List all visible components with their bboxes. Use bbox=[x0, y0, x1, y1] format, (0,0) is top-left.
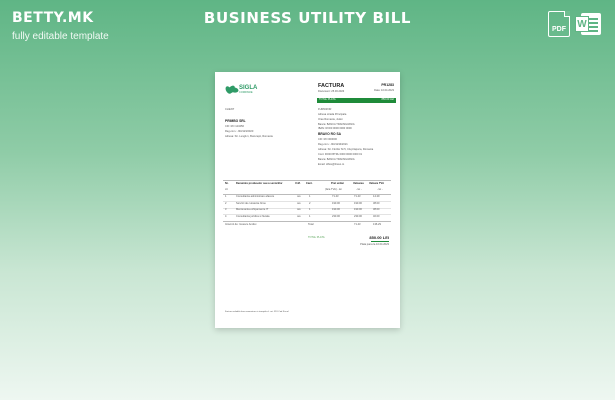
row-cell-desc: Consultanta administrare afacere bbox=[236, 195, 275, 198]
supplier-detail: Cont: RO00 BTRL 0000 0000 0000 01 bbox=[318, 153, 363, 156]
pdf-label: PDF bbox=[552, 26, 566, 33]
row-cell-value: 71.43 bbox=[354, 195, 361, 198]
supplier-heading: FURNIZOR bbox=[318, 108, 332, 111]
supplier-detail: Adresa: Str. Florilor Nr.5, Cluj-Napoca,… bbox=[318, 148, 374, 151]
row-cell-um: ore bbox=[297, 201, 301, 205]
col-subheader: - lei - bbox=[356, 188, 362, 191]
row-cell-qty: 2 bbox=[309, 201, 311, 205]
total-bar: TOTAL PLATA 850.00 LEI bbox=[317, 98, 396, 103]
row-cell-qty: 1 bbox=[309, 195, 311, 198]
total-bar-value: 850.00 LEI bbox=[381, 98, 394, 101]
row-cell-vat: 14.29 bbox=[373, 195, 380, 198]
row-cell-vat: 38.00 bbox=[373, 208, 380, 211]
col-header: Cant. bbox=[306, 182, 313, 185]
row-cell-value: 230.00 bbox=[354, 214, 362, 218]
pay-label: TOTAL PLATA bbox=[308, 236, 325, 239]
supplier-line: Oras Romania, Judet bbox=[318, 118, 343, 121]
row-cell-price: 71.43 bbox=[332, 195, 339, 198]
word-label: W bbox=[575, 16, 589, 32]
row-cell-vat: 38.00 bbox=[373, 201, 380, 205]
invoice-preview: SIGLA COMPANIE FACTURA PR1283 Document: … bbox=[215, 72, 400, 328]
supplier-detail: Reg.com.: J40/1234/2021 bbox=[318, 143, 348, 146]
total-bar-label: TOTAL PLATA bbox=[319, 98, 336, 101]
file-format-icons: PDF W bbox=[548, 11, 601, 37]
row-cell-price: 190.00 bbox=[332, 208, 340, 211]
col-header: Nr. bbox=[225, 182, 229, 185]
col-header: Denumire produselor sau a serviciilor bbox=[236, 182, 283, 185]
tagline: fully editable template bbox=[12, 31, 109, 42]
row-cell-nr: 4 bbox=[225, 214, 227, 218]
client-line: Reg.com.: J40/123/2020 bbox=[225, 130, 254, 133]
supplier-detail: Banca: BANCA TRANSILVANIA bbox=[318, 158, 355, 161]
col-subheader: (fara TVA) - lei bbox=[325, 188, 342, 191]
supplier-detail: CIF: RO 000000 bbox=[318, 138, 337, 141]
row-cell-desc: Mentenanta echipamente IT bbox=[236, 208, 269, 211]
row-cell-qty: 1 bbox=[309, 208, 311, 211]
word-file-icon[interactable]: W bbox=[575, 11, 601, 37]
col-header: Pret unitar bbox=[331, 182, 344, 185]
row-cell-nr: 2 bbox=[225, 201, 227, 205]
row-cell-value: 190.00 bbox=[354, 208, 362, 211]
total-vat: 136.29 bbox=[373, 223, 381, 226]
row-cell-desc: Consultanta juridica si fiscala bbox=[236, 214, 270, 218]
col-header: U.M. bbox=[295, 182, 301, 185]
supplier-line: IBAN: RO00 0000 0000 0000 bbox=[318, 127, 352, 130]
invoice-due: Data: 10.04.2023 bbox=[374, 89, 394, 92]
delegate: Intocmit de: Ionescu Andrei bbox=[225, 223, 257, 226]
pay-until: Plata pana la 10.04.2023 bbox=[360, 243, 389, 246]
row-cell-price: 190.00 bbox=[332, 201, 340, 205]
row-cell-nr: 3 bbox=[225, 208, 227, 211]
col-header: Valoarea bbox=[353, 182, 364, 185]
row-cell-um: ore bbox=[297, 195, 301, 198]
row-cell-price: 230.00 bbox=[332, 214, 340, 218]
invoice-title: FACTURA bbox=[318, 83, 345, 89]
row-cell-qty: 1 bbox=[309, 214, 311, 218]
grand-total: 850.00 LEI bbox=[369, 235, 389, 240]
client-heading: CLIENT bbox=[225, 108, 235, 111]
supplier-name: BRAVO RO SA bbox=[318, 132, 342, 136]
page-title: BUSINESS UTILITY BILL bbox=[203, 9, 412, 27]
invoice-date: Document: 25.03.2023 bbox=[318, 90, 345, 93]
logo-subtitle: COMPANIE bbox=[239, 91, 253, 94]
client-line: CIF: RO 123456 bbox=[225, 125, 244, 128]
row-cell-nr: 1 bbox=[225, 195, 227, 198]
total-value: 71.43 bbox=[354, 223, 361, 226]
row-cell-desc: Servicii de curatenie birou bbox=[236, 201, 266, 205]
row-cell-um: ore bbox=[297, 208, 301, 211]
invoice-number: PR1283 bbox=[381, 83, 394, 87]
client-line: Adresa: Str. Lungă 1, Bucureşti, Romania bbox=[225, 135, 273, 138]
pdf-file-icon[interactable]: PDF bbox=[548, 11, 570, 37]
col-subheader: crt bbox=[225, 188, 228, 191]
supplier-detail: Email: office@bravo.ro bbox=[318, 163, 345, 166]
col-subheader: - lei - bbox=[377, 188, 383, 191]
row-cell-value: 190.00 bbox=[354, 201, 362, 205]
supplier-line: Adresa strada Principala bbox=[318, 113, 347, 116]
lotus-logo-icon bbox=[224, 84, 239, 95]
row-cell-vat: 46.00 bbox=[373, 214, 380, 218]
row-cell-um: ore bbox=[297, 214, 301, 218]
document-footer: Factura valabila fara semnatura si stamp… bbox=[225, 311, 289, 313]
client-name: PRIMBO SRL bbox=[225, 119, 246, 123]
total-label: Total bbox=[308, 223, 314, 226]
col-header: Valoare TVA bbox=[369, 182, 384, 185]
